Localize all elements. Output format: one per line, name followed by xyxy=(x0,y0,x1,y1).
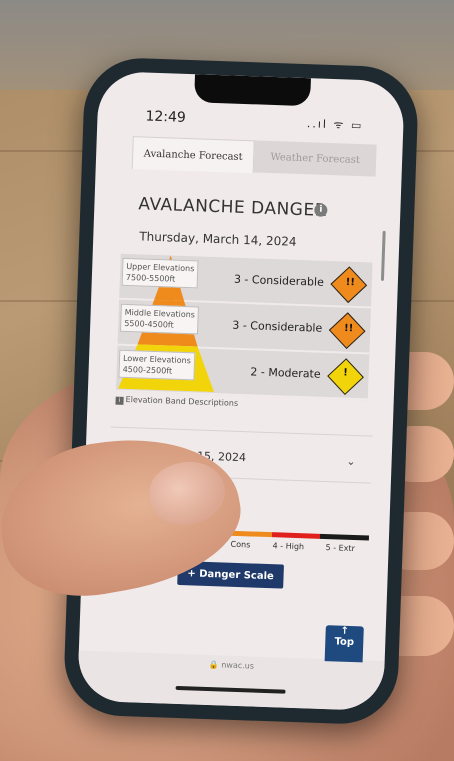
scale-label: Cons xyxy=(230,539,251,550)
top-button[interactable]: ↑ Top xyxy=(324,625,364,663)
chevron-down-icon[interactable]: ⌄ xyxy=(346,455,356,468)
link-label: Elevation Band Descriptions xyxy=(125,394,239,408)
band-label: Middle Elevations 5500-4500ft xyxy=(119,303,200,335)
danger-moderate-icon: ! xyxy=(327,358,364,396)
phone: 12:49 ..ıl ᯤ ▭ Avalanche Forecast Weathe… xyxy=(62,56,420,726)
phone-screen: 12:49 ..ıl ᯤ ▭ Avalanche Forecast Weathe… xyxy=(77,70,405,712)
scale-label: 5 - Extr xyxy=(325,543,356,554)
page-title: AVALANCHE DANGER xyxy=(138,194,328,221)
danger-considerable-icon: !! xyxy=(330,266,368,304)
info-icon: i xyxy=(115,396,124,405)
top-label: Top xyxy=(334,636,355,649)
status-time: 12:49 xyxy=(145,108,187,126)
band-rating: 3 - Considerable xyxy=(233,272,325,289)
tab-weather-forecast[interactable]: Weather Forecast xyxy=(253,140,377,177)
band-rating: 3 - Considerable xyxy=(232,318,323,335)
band-lower[interactable]: Lower Elevations 4500-2500ft 2 - Moderat… xyxy=(115,345,370,401)
tab-avalanche-forecast[interactable]: Avalanche Forecast xyxy=(131,136,255,174)
forecast-tabs: Avalanche Forecast Weather Forecast xyxy=(131,136,377,178)
scale-segment-extreme xyxy=(320,533,370,541)
phone-notch xyxy=(194,74,311,107)
forecast-date: Thursday, March 14, 2024 xyxy=(139,229,297,249)
signal-wifi-battery-icon: ..ıl ᯤ ▭ xyxy=(306,117,364,133)
danger-considerable-icon: !! xyxy=(328,312,366,350)
scrollbar[interactable] xyxy=(380,230,386,281)
danger-scale-bar xyxy=(222,530,370,541)
band-label: Upper Elevations 7500-5500ft xyxy=(121,257,199,289)
scale-label: 4 - High xyxy=(272,541,305,552)
elevation-band-descriptions-link[interactable]: i Elevation Band Descriptions xyxy=(115,395,238,409)
band-label: Lower Elevations 4500-2500ft xyxy=(118,349,196,381)
scale-segment-high xyxy=(271,532,321,539)
band-rating: 2 - Moderate xyxy=(250,365,321,381)
divider xyxy=(110,426,373,437)
